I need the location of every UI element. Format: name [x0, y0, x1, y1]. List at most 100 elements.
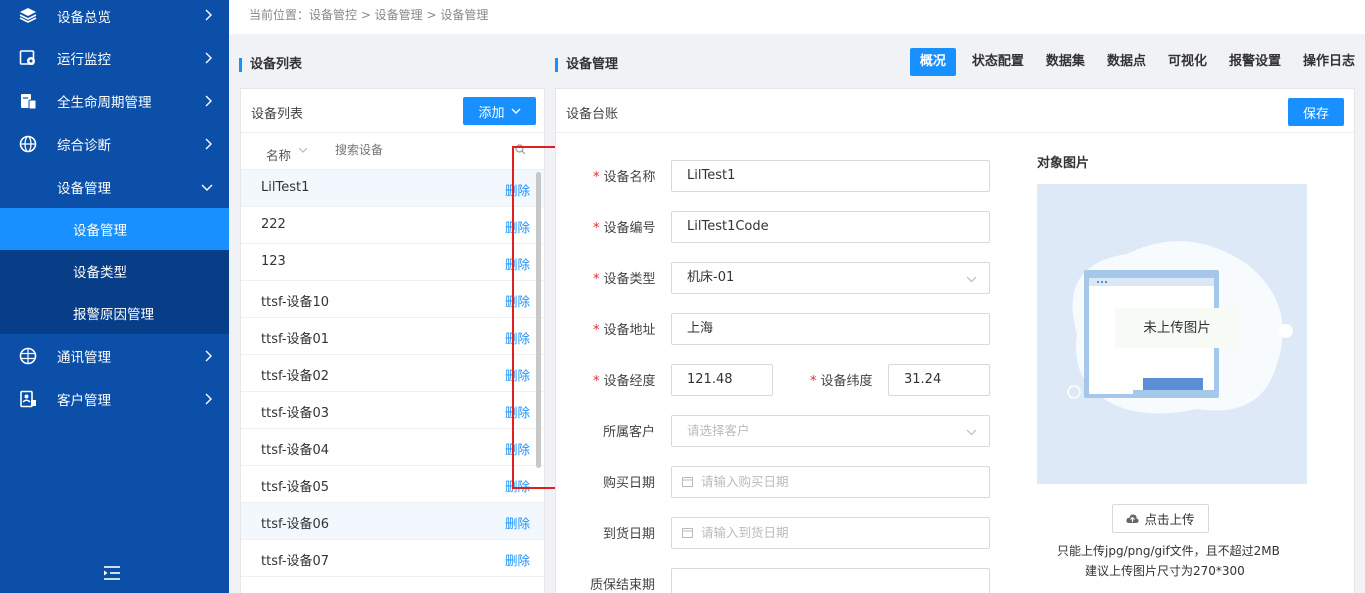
table-row[interactable]: ttsf-设备06 删除 — [241, 503, 544, 540]
device-name: ttsf-设备06 — [261, 517, 330, 532]
table-row[interactable]: 222 删除 — [241, 207, 544, 244]
device-list: LilTest1 删除 222 删除 123 删除 ttsf-设备10 删除 ttsf-设备01… — [241, 170, 544, 577]
sidebar-item-communication[interactable]: 通讯管理 — [0, 334, 229, 377]
upload-button[interactable]: 点击上传 — [1112, 504, 1209, 533]
table-row[interactable]: LilTest1 删除 — [241, 170, 544, 207]
table-row[interactable]: ttsf-设备05 删除 — [241, 466, 544, 503]
delete-link[interactable]: 删除 — [505, 402, 530, 421]
cloud-upload-icon — [1126, 514, 1140, 523]
device-filter-row: 名称 — [241, 133, 544, 170]
tab-overview[interactable]: 概况 — [909, 48, 956, 76]
delete-link[interactable]: 删除 — [505, 180, 530, 199]
sidebar-subitem-device-type[interactable]: 设备类型 — [0, 250, 229, 292]
device-ledger-header: 设备台账 保存 — [556, 89, 1354, 133]
sidebar-item-label: 全生命周期管理 — [57, 94, 152, 111]
table-row[interactable]: ttsf-设备04 删除 — [241, 429, 544, 466]
delete-link[interactable]: 删除 — [505, 476, 530, 495]
delete-link[interactable]: 删除 — [505, 254, 530, 273]
delete-link[interactable]: 删除 — [505, 328, 530, 347]
monitor-gear-icon — [19, 49, 35, 65]
device-name: ttsf-设备03 — [261, 406, 330, 421]
sidebar-item-diagnosis[interactable]: 综合诊断 — [0, 122, 229, 165]
upload-hint-size: 建议上传图片尺寸为270*300 — [1085, 564, 1245, 578]
sidebar-item-label: 运行监控 — [57, 51, 111, 68]
delete-link[interactable]: 删除 — [505, 439, 530, 458]
purchase-date-input[interactable]: 请输入购买日期 — [671, 466, 990, 498]
purchase-date-label: 购买日期 — [603, 476, 656, 491]
network-globe-icon — [19, 347, 37, 364]
device-latitude-input[interactable]: 31.24 — [888, 364, 990, 396]
sidebar-item-label: 设备总览 — [57, 10, 111, 26]
upload-button-label: 点击上传 — [1144, 512, 1195, 527]
save-button[interactable]: 保存 — [1288, 98, 1344, 126]
delete-link[interactable]: 删除 — [505, 217, 530, 236]
globe-icon — [19, 135, 37, 152]
device-ledger-title: 设备台账 — [566, 107, 619, 122]
chevron-right-icon — [205, 95, 212, 106]
delete-link[interactable]: 删除 — [505, 550, 530, 569]
table-row[interactable]: ttsf-设备01 删除 — [241, 318, 544, 355]
table-row[interactable]: ttsf-设备10 删除 — [241, 281, 544, 318]
sidebar-item-label: 客户管理 — [57, 392, 111, 409]
delete-link[interactable]: 删除 — [505, 513, 530, 532]
device-address-input[interactable]: 上海 — [671, 313, 990, 345]
sidebar-item-overview[interactable]: 设备总览 — [0, 0, 229, 30]
chevron-right-icon — [205, 9, 212, 21]
warranty-end-input[interactable] — [671, 568, 990, 593]
delete-link[interactable]: 删除 — [505, 365, 530, 384]
purchase-date-placeholder: 请输入购买日期 — [701, 474, 789, 489]
image-placeholder: 未上传图片 — [1037, 184, 1307, 484]
device-type-label: * 设备类型 — [593, 272, 656, 287]
device-name: ttsf-设备01 — [261, 332, 330, 347]
device-type-select[interactable]: 机床-01 — [671, 262, 990, 294]
add-button-label: 添加 — [478, 105, 505, 121]
device-address-label: * 设备地址 — [593, 323, 656, 338]
search-icon[interactable] — [515, 144, 526, 155]
device-name: 222 — [261, 217, 286, 232]
sidebar-item-label: 设备管理 — [57, 180, 111, 197]
table-row[interactable]: ttsf-设备03 删除 — [241, 392, 544, 429]
warranty-end-label: 质保结束期 — [590, 578, 656, 593]
sidebar-item-monitoring[interactable]: 运行监控 — [0, 36, 229, 79]
sidebar-item-lifecycle[interactable]: 全生命周期管理 — [0, 79, 229, 122]
table-row[interactable]: ttsf-设备07 删除 — [241, 540, 544, 577]
sidebar-item-customer[interactable]: 客户管理 — [0, 377, 229, 420]
device-list-panel: 设备列表 添加 名称 LilTest1删除222删除123删除ttsf-设备10… — [240, 88, 545, 593]
delete-link[interactable]: 删除 — [505, 291, 530, 310]
device-management-section-title: 设备管理 — [555, 58, 618, 72]
device-name: ttsf-设备02 — [261, 369, 330, 384]
device-longitude-input[interactable]: 121.48 — [671, 364, 773, 396]
device-list-section-title: 设备列表 — [239, 58, 302, 72]
tab-status-config[interactable]: 状态配置 — [972, 48, 1024, 76]
device-list-scrollbar[interactable] — [536, 172, 541, 468]
layers-icon — [19, 8, 37, 23]
customer-select[interactable]: 请选择客户 — [671, 415, 990, 447]
table-row[interactable]: ttsf-设备02 删除 — [241, 355, 544, 392]
table-row[interactable]: 123 删除 — [241, 244, 544, 281]
no-image-text: 未上传图片 — [1115, 308, 1239, 348]
tab-datapoint[interactable]: 数据点 — [1107, 48, 1146, 76]
device-code-label: * 设备编号 — [593, 221, 656, 236]
arrival-date-input[interactable]: 请输入到货日期 — [671, 517, 990, 549]
sidebar-subitem-alarm-reason[interactable]: 报警原因管理 — [0, 292, 229, 334]
device-list-header: 设备列表 添加 — [241, 89, 544, 133]
sidebar-item-device-management[interactable]: 设备管理 — [0, 165, 229, 208]
calendar-icon — [682, 477, 693, 487]
chevron-down-icon — [966, 276, 977, 283]
tab-dataset[interactable]: 数据集 — [1046, 48, 1085, 76]
device-name: LilTest1 — [261, 180, 310, 195]
menu-collapse-icon[interactable] — [102, 565, 122, 581]
device-name-input[interactable]: LilTest1 — [671, 160, 990, 192]
device-name-label: * 设备名称 — [593, 170, 656, 185]
sidebar-item-label: 通讯管理 — [57, 349, 111, 366]
tab-operation-log[interactable]: 操作日志 — [1303, 48, 1355, 76]
tab-alarm-settings[interactable]: 报警设置 — [1229, 48, 1281, 76]
search-input[interactable] — [335, 143, 495, 157]
tab-visualization[interactable]: 可视化 — [1168, 48, 1207, 76]
name-column-selector[interactable]: 名称 — [266, 145, 291, 164]
add-button[interactable]: 添加 — [463, 97, 536, 125]
chevron-down-icon[interactable] — [298, 146, 308, 154]
device-name: ttsf-设备05 — [261, 480, 330, 495]
device-code-input[interactable]: LilTest1Code — [671, 211, 990, 243]
sidebar-subitem-device-management[interactable]: 设备管理 — [0, 208, 229, 250]
